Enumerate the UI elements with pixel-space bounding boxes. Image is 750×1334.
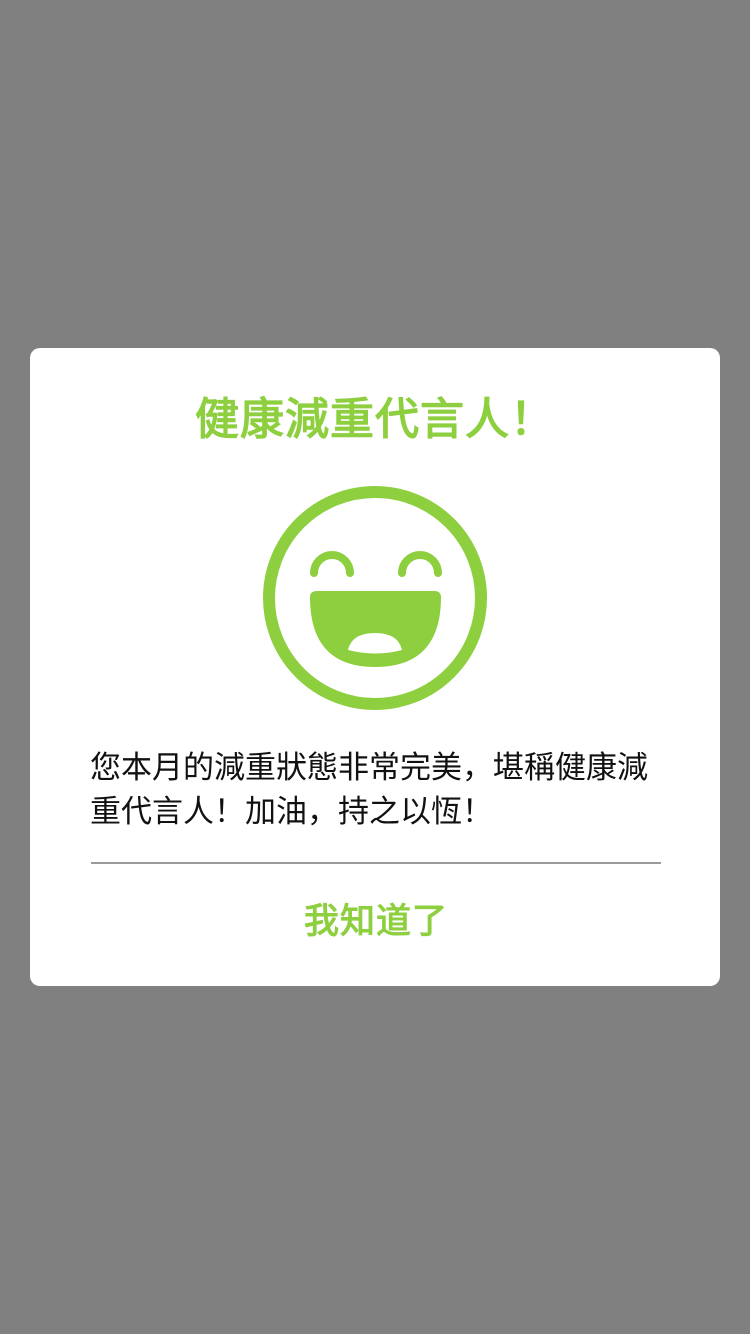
confirm-button[interactable]: 我知道了 bbox=[91, 890, 661, 954]
dialog-message: 您本月的減重狀態非常完美，堪稱健康減重代言人！加油，持之以恆！ bbox=[90, 750, 648, 830]
smiley-face-icon bbox=[263, 486, 487, 710]
dialog-title: 健康減重代言人！ bbox=[195, 394, 555, 445]
dialog-divider bbox=[91, 862, 661, 864]
